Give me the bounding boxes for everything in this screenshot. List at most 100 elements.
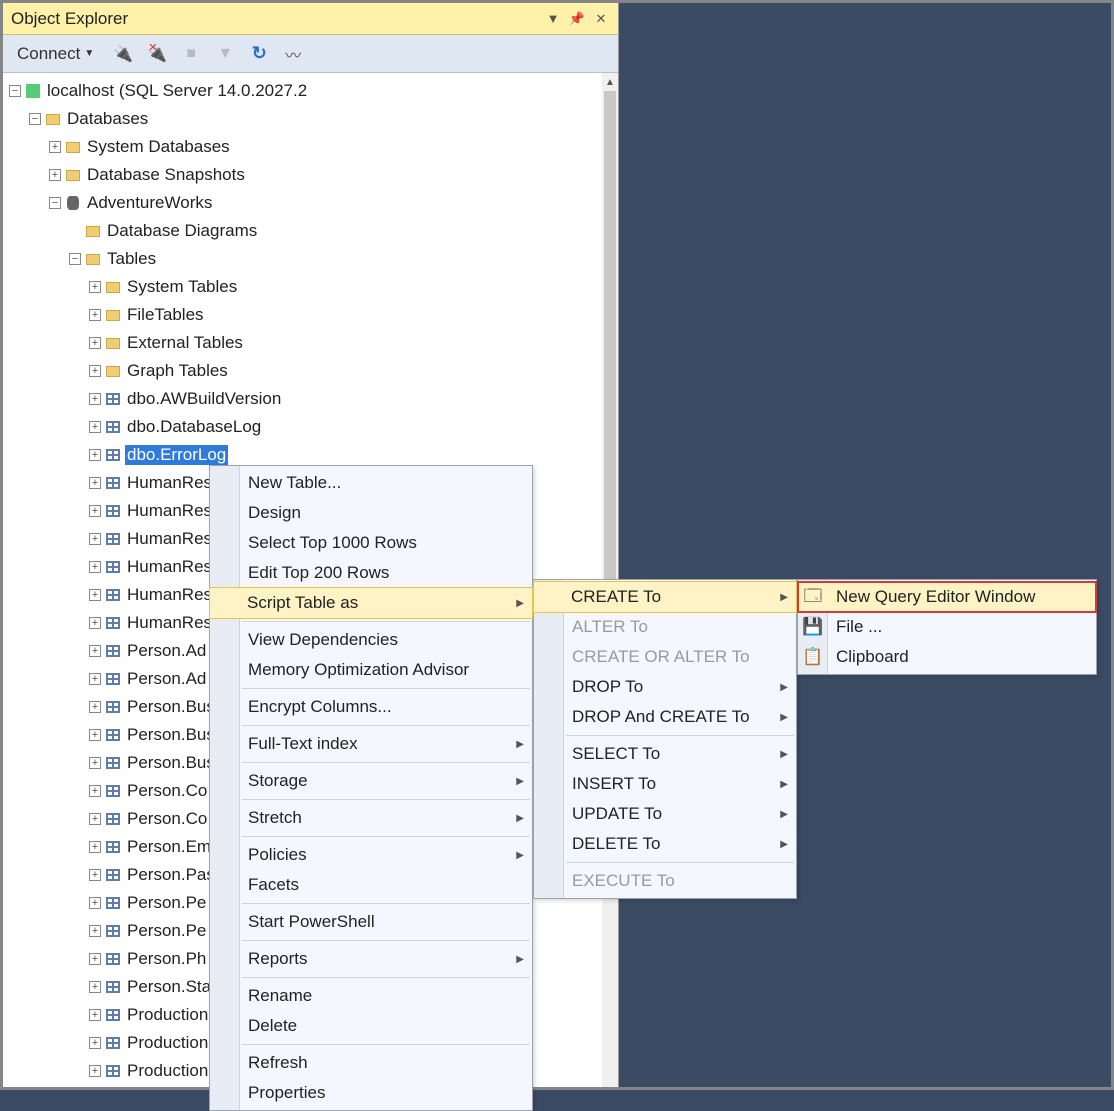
expand-icon[interactable]: + xyxy=(89,1065,101,1077)
activity-icon[interactable]: 〰 xyxy=(284,45,302,63)
tree-dbsnap[interactable]: +Database Snapshots xyxy=(3,161,618,189)
menu-edit-top[interactable]: Edit Top 200 Rows xyxy=(210,558,532,588)
menu-reports[interactable]: Reports xyxy=(210,944,532,974)
connect-icon[interactable]: 🔌 xyxy=(114,45,132,63)
menu-insert-to[interactable]: INSERT To xyxy=(534,769,796,799)
tree-server[interactable]: −localhost (SQL Server 14.0.2027.2 xyxy=(3,77,618,105)
connect-button[interactable]: Connect ▼ xyxy=(13,42,98,66)
tree-label: Production xyxy=(125,1005,210,1025)
dropdown-icon[interactable]: ▼ xyxy=(544,11,562,26)
menu-start-powershell[interactable]: Start PowerShell xyxy=(210,907,532,937)
expand-icon[interactable]: + xyxy=(89,897,101,909)
menu-stretch[interactable]: Stretch xyxy=(210,803,532,833)
menu-update-to[interactable]: UPDATE To xyxy=(534,799,796,829)
refresh-icon[interactable]: ↻ xyxy=(250,45,268,63)
menu-file[interactable]: 💾 File ... xyxy=(798,612,1096,642)
menu-execute-to: EXECUTE To xyxy=(534,866,796,896)
table-icon xyxy=(105,391,121,407)
expand-icon[interactable]: + xyxy=(89,421,101,433)
expand-icon[interactable]: + xyxy=(89,589,101,601)
expand-icon[interactable]: + xyxy=(89,673,101,685)
menu-select-top[interactable]: Select Top 1000 Rows xyxy=(210,528,532,558)
expand-icon[interactable]: + xyxy=(89,449,101,461)
collapse-icon[interactable]: − xyxy=(29,113,41,125)
tree-tables[interactable]: −Tables xyxy=(3,245,618,273)
scroll-up-icon[interactable]: ▲ xyxy=(602,73,618,91)
expand-icon[interactable]: + xyxy=(89,869,101,881)
expand-icon[interactable]: + xyxy=(89,841,101,853)
expand-icon[interactable]: + xyxy=(89,1009,101,1021)
expand-icon[interactable]: + xyxy=(89,757,101,769)
expand-icon[interactable]: + xyxy=(89,337,101,349)
tree-adventureworks[interactable]: −AdventureWorks xyxy=(3,189,618,217)
menu-script-table-as[interactable]: Script Table as xyxy=(209,587,533,619)
menu-facets[interactable]: Facets xyxy=(210,870,532,900)
table-icon xyxy=(105,587,121,603)
expand-icon[interactable]: + xyxy=(89,281,101,293)
menu-create-to[interactable]: CREATE To xyxy=(533,581,797,613)
menu-view-dependencies[interactable]: View Dependencies xyxy=(210,625,532,655)
menu-fulltext-index[interactable]: Full-Text index xyxy=(210,729,532,759)
expand-icon[interactable]: + xyxy=(89,953,101,965)
tree-label: Production xyxy=(125,1061,210,1081)
expand-icon[interactable]: + xyxy=(89,365,101,377)
expand-icon[interactable]: + xyxy=(89,309,101,321)
expand-icon[interactable]: + xyxy=(89,477,101,489)
tree-sysdb[interactable]: +System Databases xyxy=(3,133,618,161)
connect-label: Connect xyxy=(17,44,80,64)
expand-icon[interactable]: + xyxy=(89,1037,101,1049)
expand-icon[interactable]: + xyxy=(89,785,101,797)
tree-filetables[interactable]: +FileTables xyxy=(3,301,618,329)
collapse-icon[interactable]: − xyxy=(69,253,81,265)
tree-exttables[interactable]: +External Tables xyxy=(3,329,618,357)
expand-icon[interactable]: + xyxy=(89,729,101,741)
menu-refresh[interactable]: Refresh xyxy=(210,1048,532,1078)
menu-clipboard[interactable]: 📋 Clipboard xyxy=(798,642,1096,672)
tree-table-item[interactable]: +dbo.AWBuildVersion xyxy=(3,385,618,413)
expand-icon[interactable]: + xyxy=(89,981,101,993)
menu-new-query-editor[interactable]: 🗔 New Query Editor Window xyxy=(798,582,1096,612)
expand-icon[interactable]: + xyxy=(49,169,61,181)
expand-icon[interactable]: + xyxy=(89,561,101,573)
menu-select-to[interactable]: SELECT To xyxy=(534,739,796,769)
menu-memory-opt[interactable]: Memory Optimization Advisor xyxy=(210,655,532,685)
tree-systables[interactable]: +System Tables xyxy=(3,273,618,301)
menu-policies[interactable]: Policies xyxy=(210,840,532,870)
collapse-icon[interactable]: − xyxy=(49,197,61,209)
menu-separator xyxy=(566,862,794,863)
disconnect-icon[interactable]: 🔌✕ xyxy=(148,45,166,63)
expand-icon[interactable]: + xyxy=(89,617,101,629)
menu-drop-and-create-to[interactable]: DROP And CREATE To xyxy=(534,702,796,732)
expand-icon[interactable]: + xyxy=(49,141,61,153)
table-icon xyxy=(105,1007,121,1023)
folder-icon xyxy=(85,251,101,267)
table-icon xyxy=(105,979,121,995)
menu-delete-to[interactable]: DELETE To xyxy=(534,829,796,859)
menu-drop-to[interactable]: DROP To xyxy=(534,672,796,702)
menu-separator xyxy=(242,688,530,689)
folder-icon xyxy=(65,139,81,155)
menu-properties[interactable]: Properties xyxy=(210,1078,532,1108)
menu-rename[interactable]: Rename xyxy=(210,981,532,1011)
pin-icon[interactable]: 📌 xyxy=(568,11,586,27)
menu-delete[interactable]: Delete xyxy=(210,1011,532,1041)
menu-design[interactable]: Design xyxy=(210,498,532,528)
expand-icon[interactable]: + xyxy=(89,645,101,657)
tree-graphtables[interactable]: +Graph Tables xyxy=(3,357,618,385)
expand-icon[interactable]: + xyxy=(89,925,101,937)
tree-dbdiag[interactable]: Database Diagrams xyxy=(3,217,618,245)
collapse-icon[interactable]: − xyxy=(9,85,21,97)
expand-icon[interactable]: + xyxy=(89,505,101,517)
expand-icon[interactable]: + xyxy=(89,533,101,545)
menu-encrypt-columns[interactable]: Encrypt Columns... xyxy=(210,692,532,722)
menu-storage[interactable]: Storage xyxy=(210,766,532,796)
menu-separator xyxy=(242,940,530,941)
expand-icon[interactable]: + xyxy=(89,701,101,713)
expand-icon[interactable]: + xyxy=(89,813,101,825)
tree-databases[interactable]: − Databases xyxy=(3,105,618,133)
expand-icon[interactable]: + xyxy=(89,393,101,405)
tree-label: Databases xyxy=(65,109,150,129)
tree-table-item[interactable]: +dbo.DatabaseLog xyxy=(3,413,618,441)
close-icon[interactable]: ✕ xyxy=(592,11,610,27)
menu-new-table[interactable]: New Table... xyxy=(210,468,532,498)
